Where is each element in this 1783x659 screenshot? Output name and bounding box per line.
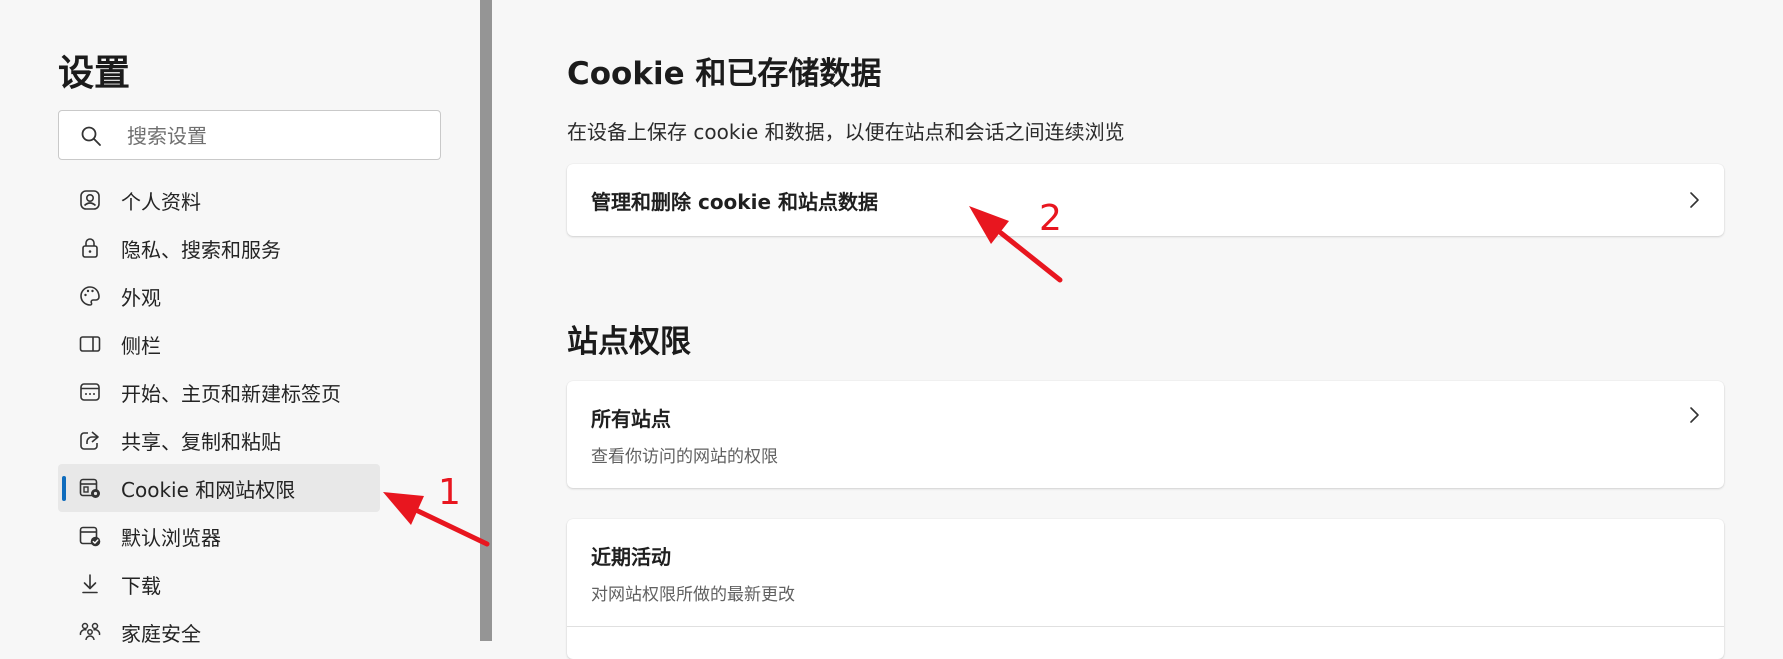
recent-activity-description: 对网站权限所做的最新更改: [591, 585, 795, 605]
search-icon: [81, 126, 101, 146]
sidebar-item-cookies-permissions[interactable]: Cookie 和网站权限: [58, 464, 380, 512]
annotation-label-1: 1: [438, 472, 461, 513]
sidebar-item-label: 隐私、搜索和服务: [121, 237, 281, 262]
sidebar-item-label: 外观: [121, 285, 161, 310]
sidebar-item-downloads[interactable]: 下载: [58, 560, 380, 608]
annotation-label-2: 2: [1039, 198, 1062, 239]
active-indicator: [62, 476, 66, 501]
recent-activity-row[interactable]: 近期活动 对网站权限所做的最新更改: [567, 519, 1724, 626]
recent-activity-title: 近期活动: [591, 545, 671, 569]
card-divider: [567, 626, 1724, 627]
palette-icon: [80, 286, 100, 306]
sidebar-item-label: Cookie 和网站权限: [121, 477, 296, 502]
sidebar-item-share-copy-paste[interactable]: 共享、复制和粘贴: [58, 416, 380, 464]
sidebar-item-label: 共享、复制和粘贴: [121, 429, 281, 454]
sidebar-item-label: 开始、主页和新建标签页: [121, 381, 341, 406]
share-icon: [80, 431, 99, 450]
sidebar-item-start-home-newtab[interactable]: 开始、主页和新建标签页: [58, 368, 380, 416]
cookies-section-heading: Cookie 和已存储数据: [567, 56, 882, 92]
sidebar-icon: [79, 336, 101, 352]
sidebar-item-default-browser[interactable]: 默认浏览器: [58, 512, 380, 560]
default-browser-icon: [79, 526, 101, 547]
sidebar-item-label: 默认浏览器: [121, 525, 221, 550]
settings-title: 设置: [58, 53, 131, 94]
settings-sidebar: 设置 个人资料 隐私、搜索和服务: [0, 0, 480, 646]
sidebar-item-label: 下载: [121, 573, 161, 598]
recent-activity-card: 近期活动 对网站权限所做的最新更改: [567, 519, 1724, 659]
sidebar-item-label: 个人资料: [121, 189, 201, 214]
lock-icon: [82, 238, 98, 258]
sidebar-item-family-safety[interactable]: 家庭安全: [58, 608, 380, 656]
new-tab-icon: [80, 383, 100, 401]
sidebar-item-privacy[interactable]: 隐私、搜索和服务: [58, 224, 380, 272]
search-input[interactable]: [125, 119, 429, 153]
download-icon: [82, 574, 98, 594]
sidebar-item-sidebar[interactable]: 侧栏: [58, 320, 380, 368]
manage-cookies-row[interactable]: 管理和删除 cookie 和站点数据: [567, 164, 1724, 236]
chevron-right-icon: [1690, 192, 1699, 208]
cookie-settings-icon: [79, 478, 100, 498]
family-icon: [79, 622, 101, 641]
permissions-section-heading: 站点权限: [567, 324, 691, 360]
profile-icon: [80, 190, 100, 210]
all-sites-title: 所有站点: [591, 407, 671, 431]
sidebar-item-appearance[interactable]: 外观: [58, 272, 380, 320]
window-divider: [480, 0, 492, 641]
sidebar-item-profile[interactable]: 个人资料: [58, 176, 380, 224]
all-sites-row[interactable]: 所有站点 查看你访问的网站的权限: [567, 381, 1724, 488]
sidebar-item-label: 家庭安全: [121, 621, 201, 646]
all-sites-card: 所有站点 查看你访问的网站的权限: [567, 381, 1724, 488]
all-sites-description: 查看你访问的网站的权限: [591, 447, 778, 467]
chevron-right-icon: [1690, 407, 1699, 423]
main-content: Cookie 和已存储数据 在设备上保存 cookie 和数据，以便在站点和会话…: [492, 0, 1783, 659]
search-box[interactable]: [58, 110, 441, 160]
sidebar-nav: 个人资料 隐私、搜索和服务 外观 侧栏 开始、主页和新建标签页 共享、复制和粘贴…: [58, 176, 380, 656]
manage-cookies-title: 管理和删除 cookie 和站点数据: [591, 190, 878, 214]
cookies-section-subtitle: 在设备上保存 cookie 和数据，以便在站点和会话之间连续浏览: [567, 120, 1125, 144]
sidebar-item-label: 侧栏: [121, 333, 161, 358]
manage-cookies-card: 管理和删除 cookie 和站点数据: [567, 164, 1724, 236]
